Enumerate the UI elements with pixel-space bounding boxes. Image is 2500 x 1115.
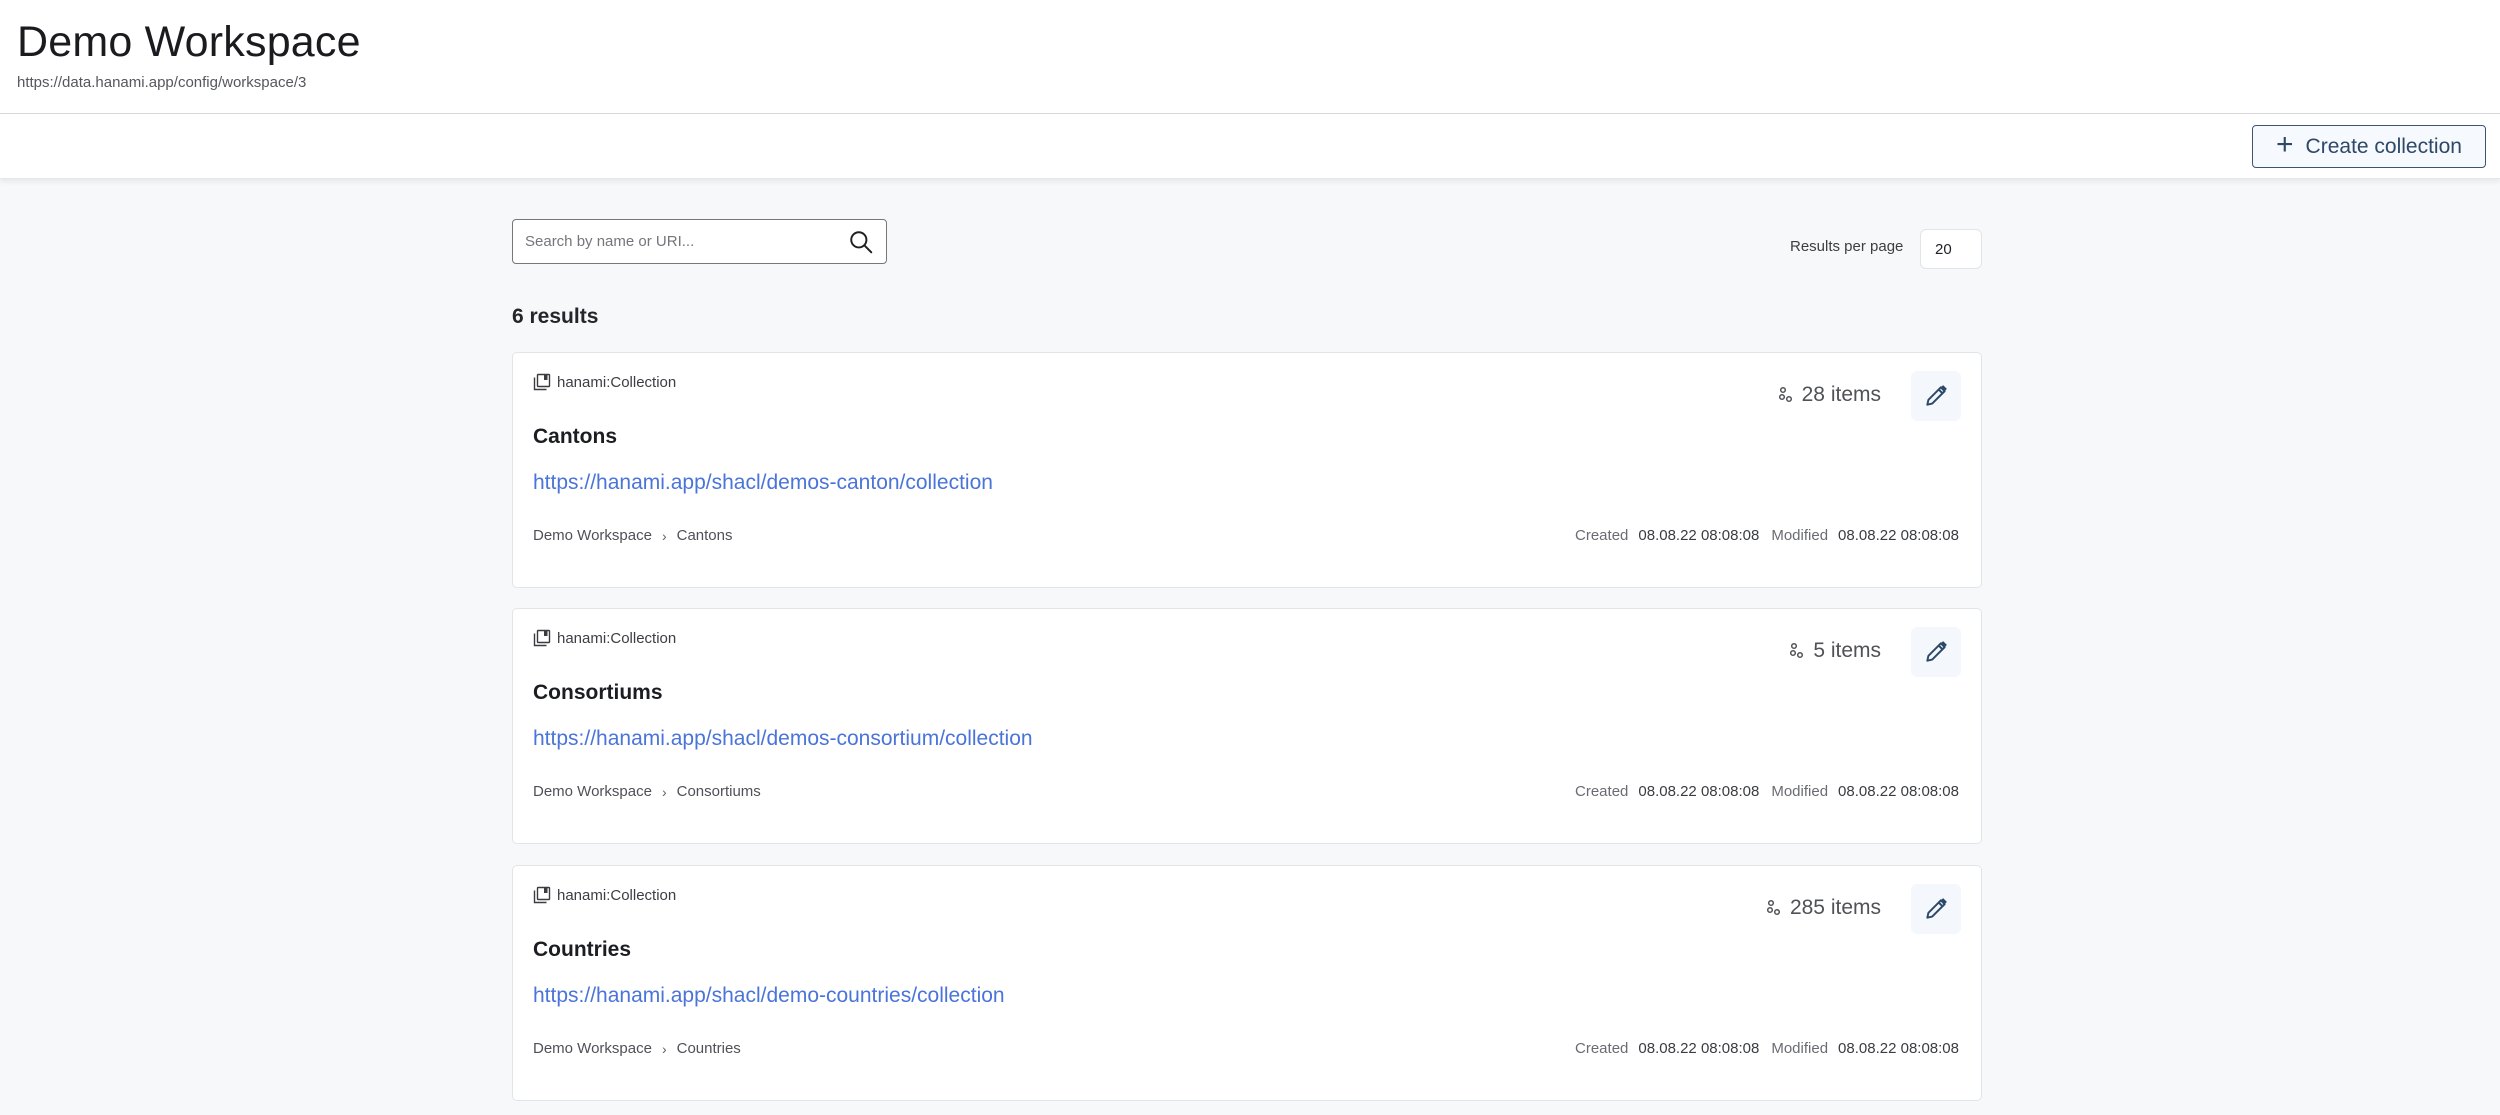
collection-uri-link[interactable]: https://hanami.app/shacl/demos-consortiu… [533,727,1033,751]
modified-label: Modified [1771,527,1829,544]
collection-type: hanami:Collection [533,373,676,391]
created-label: Created [1575,1040,1629,1057]
breadcrumb: Demo Workspace › Cantons [533,527,732,544]
pencil-icon [1926,385,1947,406]
page-header: Demo Workspace https://data.hanami.app/c… [0,0,2500,114]
workspace-uri: https://data.hanami.app/config/workspace… [17,74,307,91]
items-count: 285 items [1766,896,1881,920]
create-collection-label: Create collection [2305,134,2462,158]
collection-type-label: hanami:Collection [557,886,677,904]
search-box [512,219,887,264]
items-count: 5 items [1789,639,1881,663]
collection-card: hanami:Collection 5 items Consortiums ht… [512,608,1982,844]
collection-type-label: hanami:Collection [557,629,677,647]
items-icon [1778,386,1792,403]
page-title: Demo Workspace [17,18,361,66]
breadcrumb: Demo Workspace › Consortiums [533,783,761,800]
collection-type: hanami:Collection [533,629,676,647]
breadcrumb: Demo Workspace › Countries [533,1040,741,1057]
items-count-label: 28 items [1801,383,1881,406]
created-label: Created [1575,783,1629,800]
modified-label: Modified [1771,1040,1829,1057]
modified-value: 08.08.22 08:08:08 [1838,527,1959,544]
create-collection-button[interactable]: + Create collection [2252,125,2486,168]
collection-uri-link[interactable]: https://hanami.app/shacl/demo-countries/… [533,984,1005,1008]
items-count-label: 285 items [1789,896,1881,919]
card-dates: Created 08.08.22 08:08:08 Modified 08.08… [1575,783,1961,800]
edit-button[interactable] [1911,627,1961,677]
edit-button[interactable] [1911,371,1961,421]
collection-icon [533,629,551,647]
items-count-label: 5 items [1813,639,1881,662]
breadcrumb-workspace[interactable]: Demo Workspace [533,783,652,800]
breadcrumb-collection[interactable]: Consortiums [677,783,761,800]
chevron-right-icon: › [661,783,667,800]
collection-icon [533,373,551,391]
card-dates: Created 08.08.22 08:08:08 Modified 08.08… [1575,527,1961,544]
breadcrumb-collection[interactable]: Cantons [677,527,733,544]
items-icon [1790,642,1804,659]
search-icon[interactable] [848,229,874,255]
items-icon [1766,899,1781,916]
items-count: 28 items [1778,383,1881,407]
modified-value: 08.08.22 08:08:08 [1838,783,1959,800]
results-per-page-label: Results per page [1790,238,1904,255]
pencil-icon [1926,898,1947,919]
collection-title[interactable]: Cantons [533,425,617,449]
collection-icon [533,886,551,904]
toolbar: + Create collection [0,114,2500,179]
plus-icon: + [2276,128,2294,161]
collection-uri-link[interactable]: https://hanami.app/shacl/demos-canton/co… [533,471,993,495]
breadcrumb-collection[interactable]: Countries [677,1040,741,1057]
collection-card: hanami:Collection 28 items Cantons https… [512,352,1982,588]
search-input[interactable] [513,233,823,250]
card-dates: Created 08.08.22 08:08:08 Modified 08.08… [1575,1040,1961,1057]
created-value: 08.08.22 08:08:08 [1638,783,1760,800]
results-count: 6 results [512,305,599,328]
collection-title[interactable]: Consortiums [533,681,663,705]
collection-title[interactable]: Countries [533,938,631,962]
breadcrumb-workspace[interactable]: Demo Workspace [533,1040,652,1057]
collection-type: hanami:Collection [533,886,676,904]
created-label: Created [1575,527,1629,544]
chevron-right-icon: › [661,1040,667,1057]
breadcrumb-workspace[interactable]: Demo Workspace [533,527,652,544]
collection-type-label: hanami:Collection [557,373,677,391]
created-value: 08.08.22 08:08:08 [1638,1040,1760,1057]
collection-card: hanami:Collection 285 items Countries ht… [512,865,1982,1101]
created-value: 08.08.22 08:08:08 [1638,527,1760,544]
pencil-icon [1926,641,1947,662]
edit-button[interactable] [1911,884,1961,934]
results-per-page-input[interactable]: 20 [1920,229,1982,269]
modified-value: 08.08.22 08:08:08 [1838,1040,1959,1057]
chevron-right-icon: › [661,527,667,544]
modified-label: Modified [1771,783,1829,800]
